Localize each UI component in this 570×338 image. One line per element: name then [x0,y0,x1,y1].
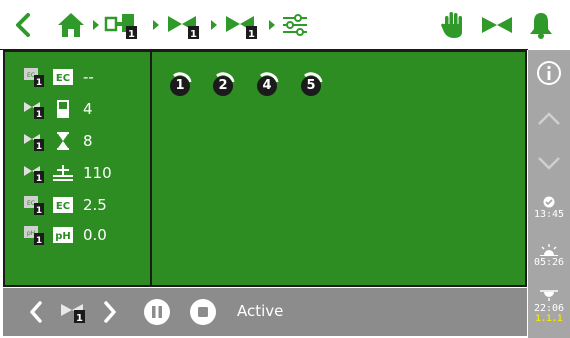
chevron-down-icon[interactable] [528,146,570,180]
status-row-ph: pH 1 pH 0.0 [23,224,107,246]
svg-text:1: 1 [248,29,255,40]
step-number: 1 [170,76,190,96]
valve-icon[interactable]: 1 [224,8,260,42]
step-indicator-1: 1 [168,70,194,96]
manual-hand-icon[interactable] [438,8,468,42]
step-indicator-2: 2 [211,70,237,96]
chevron-up-icon[interactable] [528,102,570,136]
sunset-time-display: 22:06 1.1.1 [528,286,570,336]
svg-text:1: 1 [36,78,42,87]
svg-text:1: 1 [36,110,42,119]
status-row-duration: 1 8 [23,130,93,152]
home-icon[interactable] [56,8,86,42]
version-label: 1.1.1 [535,314,563,324]
ec-sensor-icon: EC 1 [23,67,45,88]
ec-icon: EC [53,196,73,214]
sunrise-icon [540,244,558,256]
pause-button[interactable] [143,298,171,326]
svg-text:1: 1 [76,313,83,324]
run-status-label: Active [237,302,284,320]
ec-icon: EC [53,68,73,86]
status-row-ec-target: EC 1 EC -- [23,66,94,88]
pause-icon [144,299,170,325]
svg-text:1: 1 [128,29,135,40]
dosing-unit-icon[interactable]: 1 [104,8,140,42]
status-row-level: 1 4 [23,98,93,120]
sunset-time: 22:06 [533,303,565,314]
ph-sensor-icon: pH 1 [23,225,45,246]
step-number: 4 [257,76,277,96]
sunrise-time: 05:26 [533,257,565,268]
svg-text:EC: EC [56,73,70,84]
current-time: 13:45 [533,209,565,220]
svg-text:1: 1 [36,174,42,183]
level-icon [53,100,73,118]
status-value: 4 [83,100,93,118]
main-panel: EC 1 EC -- 1 4 1 8 1 110 EC 1 EC 2.5 pH … [3,50,527,287]
svg-text:1: 1 [36,142,42,151]
valve-icon[interactable] [480,8,514,42]
svg-text:EC: EC [27,200,35,207]
top-navigation-bar: 1 1 1 [0,0,570,50]
step-indicator-4: 4 [255,70,281,96]
ph-icon: pH [53,226,73,244]
svg-text:1: 1 [190,29,197,40]
step-number: 2 [213,76,233,96]
status-row-ec-actual: EC 1 EC 2.5 [23,194,107,216]
svg-text:1: 1 [36,236,42,245]
hourglass-icon [53,132,73,150]
valve-icon: 1 [23,131,45,152]
status-value: -- [83,68,94,86]
svg-text:pH: pH [55,231,71,242]
valve-icon[interactable]: 1 [166,8,202,42]
step-number: 5 [301,76,321,96]
breadcrumb-arrow-icon [153,20,159,30]
current-time-display: 13:45 [528,190,570,226]
sunset-icon [540,290,558,301]
status-value: 0.0 [83,226,107,244]
settings-sliders-icon[interactable] [280,8,310,42]
status-row-flow: 1 110 [23,162,112,184]
flow-icon [53,164,73,182]
info-icon[interactable] [528,56,570,90]
svg-text:pH: pH [27,230,35,237]
right-sidebar: 13:45 05:26 22:06 1.1.1 [528,50,570,338]
sunrise-time-display: 05:26 [528,238,570,274]
clock-check-icon [543,196,555,208]
valve-icon: 1 [23,163,45,184]
breadcrumb-arrow-icon [269,20,275,30]
svg-text:EC: EC [56,201,70,212]
next-device-icon[interactable] [99,298,121,326]
status-value: 8 [83,132,93,150]
alarm-bell-icon[interactable] [526,8,556,42]
svg-text:1: 1 [36,206,42,215]
status-value: 110 [83,164,112,182]
bottom-control-bar: 1 Active [3,288,527,336]
stop-icon [190,299,216,325]
status-value: 2.5 [83,196,107,214]
valve-icon: 1 [59,298,89,326]
step-indicator-5: 5 [299,70,325,96]
stop-button[interactable] [189,298,217,326]
breadcrumb-arrow-icon [93,20,99,30]
prev-device-icon[interactable] [25,298,47,326]
ec-sensor-icon: EC 1 [23,195,45,216]
svg-text:EC: EC [27,72,35,79]
status-panel: EC 1 EC -- 1 4 1 8 1 110 EC 1 EC 2.5 pH … [5,52,152,285]
back-icon[interactable] [10,8,36,42]
breadcrumb-arrow-icon [211,20,217,30]
valve-icon: 1 [23,99,45,120]
